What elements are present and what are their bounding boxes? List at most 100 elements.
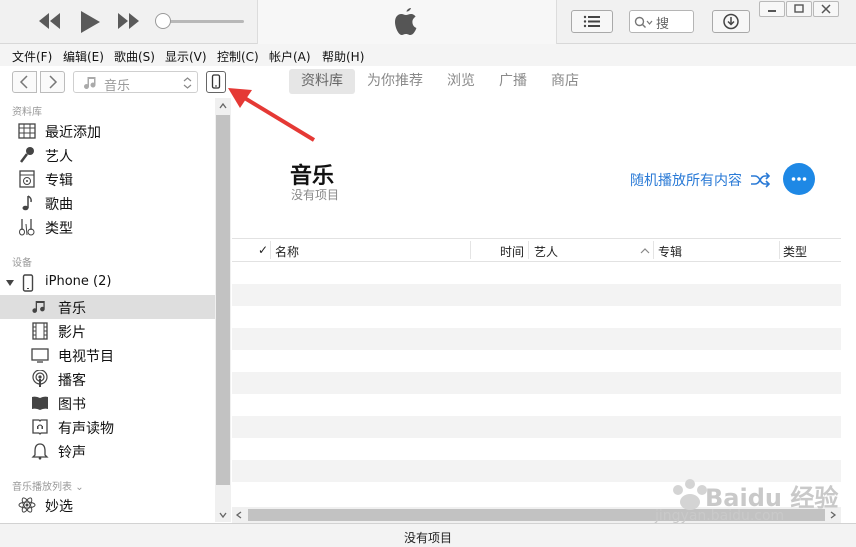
volume-slider-track[interactable] xyxy=(160,20,244,23)
device-name: iPhone (2) xyxy=(45,274,112,289)
sidebar-device-item-tv-shows[interactable]: 电视节目 xyxy=(0,343,215,367)
play-icon[interactable] xyxy=(78,9,102,35)
column-divider xyxy=(470,241,471,259)
menu-controls[interactable]: 控制(C) xyxy=(217,48,259,65)
shuffle-all-button[interactable]: 随机播放所有内容 xyxy=(630,170,771,190)
sidebar-item-albums[interactable]: 专辑 xyxy=(0,167,215,191)
column-divider xyxy=(270,241,271,259)
scroll-left-icon[interactable] xyxy=(234,510,244,520)
sidebar-item-artists[interactable]: 艺人 xyxy=(0,143,215,167)
sidebar-item-label: 歌曲 xyxy=(45,197,73,213)
menu-view[interactable]: 显示(V) xyxy=(165,48,207,65)
menu-song[interactable]: 歌曲(S) xyxy=(114,48,155,65)
menu-account[interactable]: 帐户(A) xyxy=(269,48,311,65)
downloads-button[interactable] xyxy=(712,10,750,33)
sidebar-item-label: 电视节目 xyxy=(58,349,114,365)
media-kind-label: 音乐 xyxy=(104,79,131,94)
shuffle-all-label: 随机播放所有内容 xyxy=(630,173,742,189)
apple-logo-icon xyxy=(395,8,417,35)
sidebar-device-item-podcasts[interactable]: 播客 xyxy=(0,367,215,391)
column-name[interactable]: 名称 xyxy=(275,243,299,260)
media-kind-select[interactable]: 音乐 xyxy=(73,71,198,94)
tv-icon xyxy=(31,348,49,363)
column-genre[interactable]: 类型 xyxy=(783,243,807,260)
sidebar-item-label: 专辑 xyxy=(45,173,73,189)
minimize-icon xyxy=(768,10,776,12)
sidebar-scrollbar-thumb[interactable] xyxy=(216,115,230,485)
sidebar-device-item-music[interactable]: 音乐 xyxy=(0,295,215,319)
column-album[interactable]: 专辑 xyxy=(658,243,682,260)
list-view-button[interactable] xyxy=(571,10,613,33)
rewind-icon[interactable] xyxy=(38,11,62,31)
sidebar-item-label: 类型 xyxy=(45,221,73,237)
close-icon xyxy=(821,4,831,14)
sidebar-device-item-audiobooks[interactable]: 有声读物 xyxy=(0,415,215,439)
iphone-device-button[interactable] xyxy=(206,71,226,93)
playlists-heading-label: 音乐播放列表 xyxy=(12,482,72,493)
tab-store[interactable]: 商店 xyxy=(544,69,586,94)
sidebar-item-songs[interactable]: 歌曲 xyxy=(0,191,215,215)
menu-file[interactable]: 文件(F) xyxy=(12,48,52,65)
column-artist[interactable]: 艺人 xyxy=(534,243,558,260)
sidebar: 资料库 最近添加 艺人 专辑 歌曲 类型 设备 iPhone (2) 音乐 影片… xyxy=(0,98,231,522)
music-note-icon xyxy=(84,77,96,89)
column-check[interactable]: ✓ xyxy=(258,243,268,257)
tab-radio[interactable]: 广播 xyxy=(492,69,534,94)
sidebar-item-label: 音乐 xyxy=(58,301,86,317)
sort-ascending-icon xyxy=(640,248,650,254)
grid-icon xyxy=(18,123,36,139)
annotation-arrow-icon xyxy=(228,88,316,142)
music-note-icon xyxy=(32,301,45,313)
minimize-button[interactable] xyxy=(759,1,785,17)
search-placeholder: 搜 xyxy=(656,17,670,32)
status-bar: 没有项目 xyxy=(0,523,856,547)
updown-chevron-icon xyxy=(183,77,192,89)
menu-bar: 文件(F) 编辑(E) 歌曲(S) 显示(V) 控制(C) 帐户(A) 帮助(H… xyxy=(0,44,856,66)
maximize-button[interactable] xyxy=(786,1,812,17)
genius-icon xyxy=(18,497,36,513)
ellipsis-icon xyxy=(791,177,807,181)
sidebar-item-label: 艺人 xyxy=(45,149,73,165)
sidebar-playlist-genius[interactable]: 妙选 xyxy=(0,493,215,517)
sidebar-item-label: 铃声 xyxy=(58,445,86,461)
menu-help[interactable]: 帮助(H) xyxy=(322,48,364,65)
sidebar-item-label: 妙选 xyxy=(45,499,73,515)
watermark-url: jingyan.baidu.com xyxy=(655,508,785,524)
sidebar-heading-devices: 设备 xyxy=(12,258,32,269)
close-button[interactable] xyxy=(813,1,839,17)
sidebar-device-item-movies[interactable]: 影片 xyxy=(0,319,215,343)
forward-button[interactable] xyxy=(40,71,65,93)
main-vertical-scrollbar[interactable] xyxy=(841,98,856,522)
more-options-button[interactable] xyxy=(783,163,815,195)
sidebar-device-item-tones[interactable]: 铃声 xyxy=(0,439,215,463)
sidebar-item-label: 最近添加 xyxy=(45,125,101,141)
sidebar-item-recently-added[interactable]: 最近添加 xyxy=(0,119,215,143)
audiobook-icon xyxy=(32,419,48,435)
album-icon xyxy=(19,170,35,188)
player-toolbar: 搜 xyxy=(0,0,856,44)
chevron-down-icon: ⌄ xyxy=(75,482,84,493)
menu-edit[interactable]: 编辑(E) xyxy=(63,48,104,65)
page-subtitle: 没有项目 xyxy=(291,188,340,202)
sidebar-item-label: 播客 xyxy=(58,373,86,389)
search-input[interactable]: 搜 xyxy=(629,10,694,33)
sidebar-device-item-books[interactable]: 图书 xyxy=(0,391,215,415)
sidebar-item-genres[interactable]: 类型 xyxy=(0,215,215,239)
podcast-icon xyxy=(32,370,48,387)
sidebar-item-label: 有声读物 xyxy=(58,421,114,437)
navigation-bar: 音乐 资料库 为你推荐 浏览 广播 商店 xyxy=(0,66,856,98)
volume-slider-knob[interactable] xyxy=(155,13,171,29)
back-button[interactable] xyxy=(12,71,37,93)
scroll-down-icon[interactable] xyxy=(218,510,228,520)
status-text: 没有项目 xyxy=(403,531,452,545)
tab-for-you[interactable]: 为你推荐 xyxy=(362,69,428,94)
sidebar-device-iphone[interactable]: iPhone (2) xyxy=(0,271,215,295)
shuffle-icon xyxy=(751,172,771,188)
sidebar-heading-playlists[interactable]: 音乐播放列表 ⌄ xyxy=(12,478,84,493)
column-time[interactable]: 时间 xyxy=(500,243,524,260)
chevron-left-icon xyxy=(19,75,28,89)
chevron-right-icon xyxy=(49,75,58,89)
film-icon xyxy=(32,322,48,340)
fast-forward-icon[interactable] xyxy=(116,11,140,31)
tab-browse[interactable]: 浏览 xyxy=(440,69,482,94)
